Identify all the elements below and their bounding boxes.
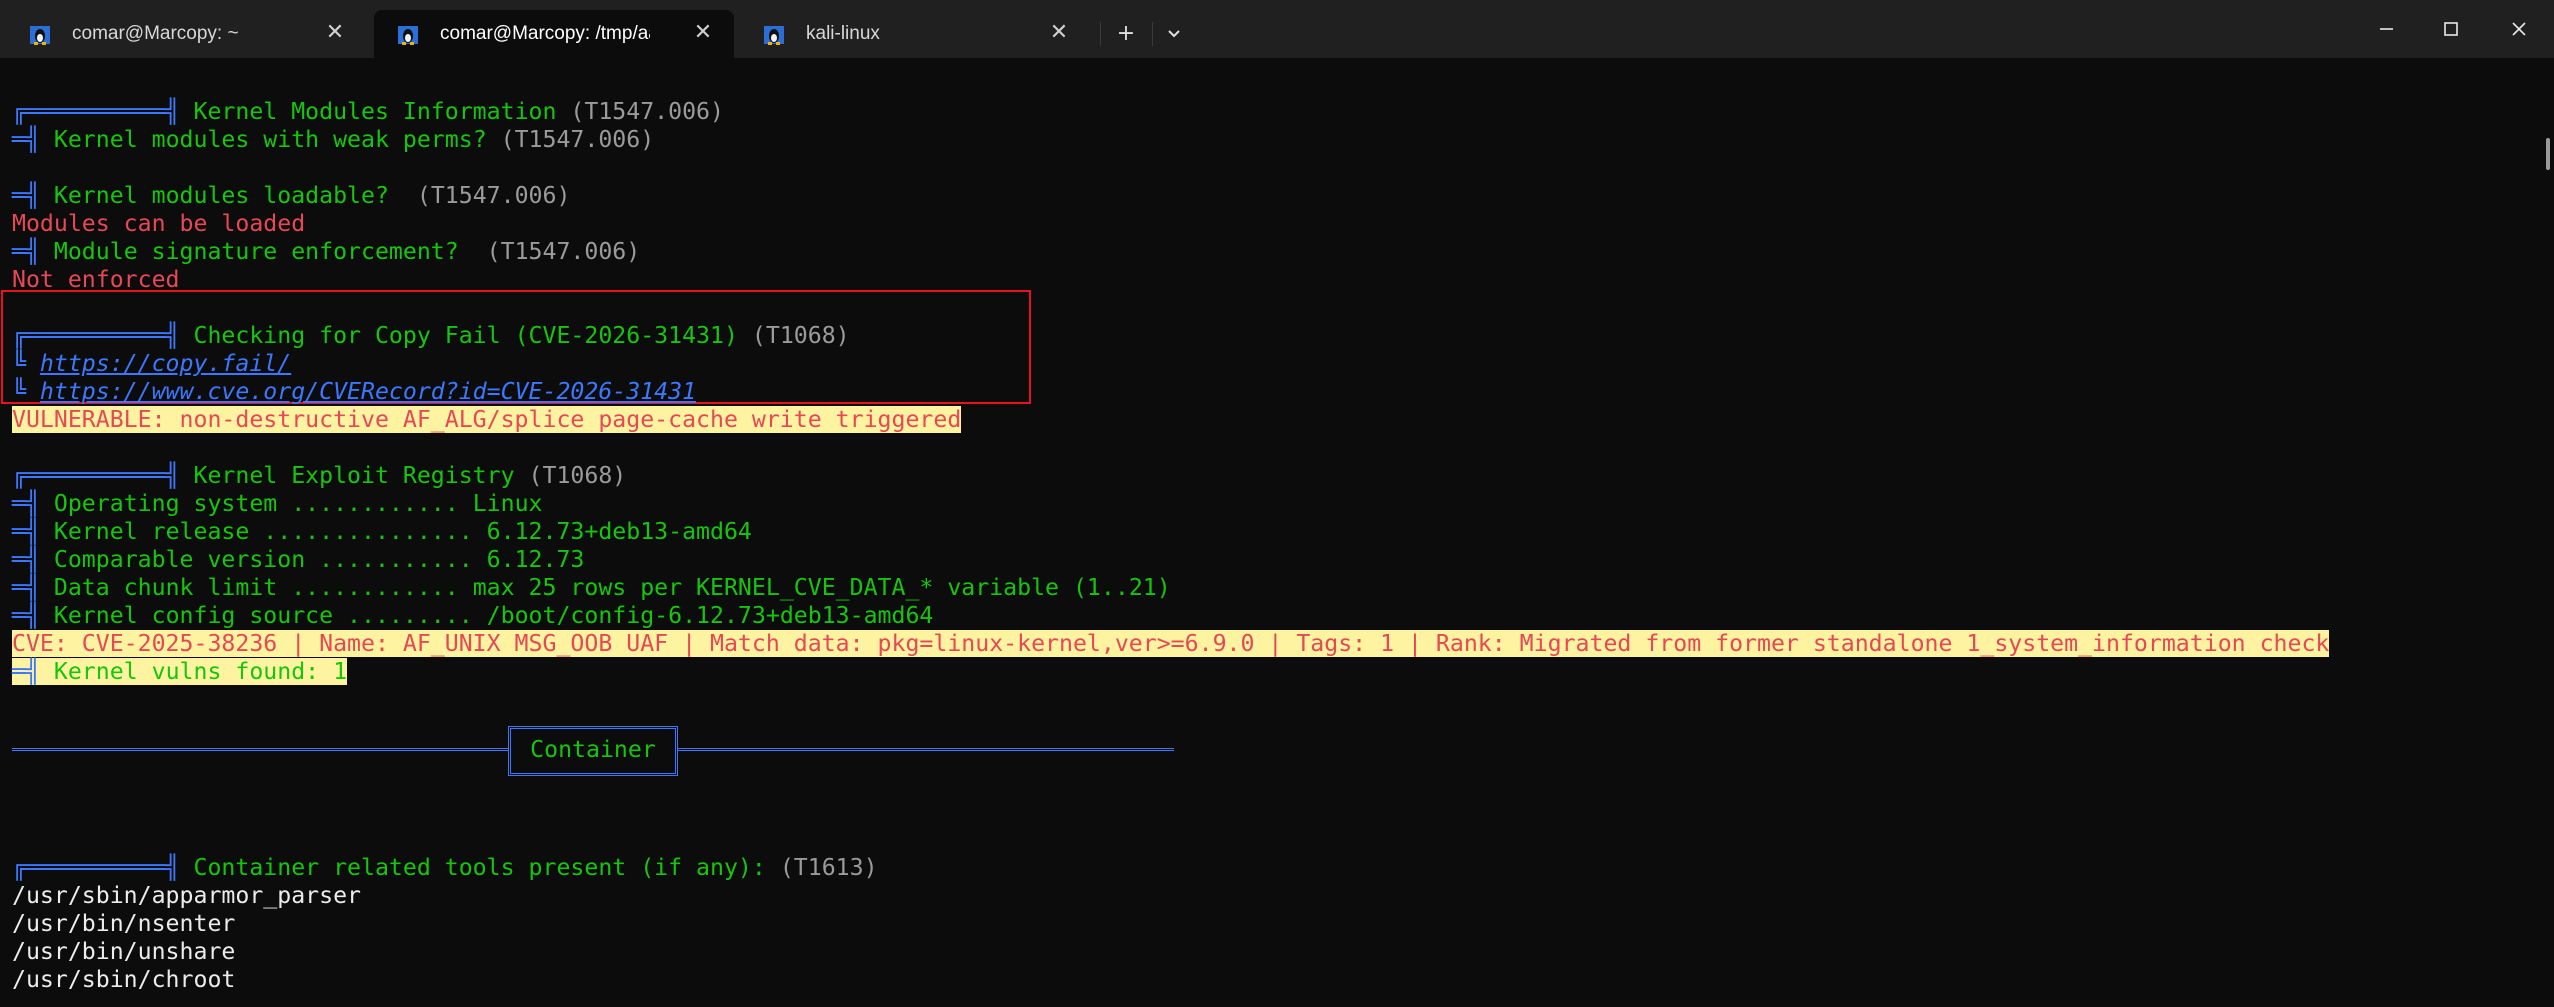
kernel-vulns-found: ═╣ Kernel vulns found: 1 (12, 658, 348, 685)
kv-operating-system: ═╣ Operating system ............ Linux (12, 490, 543, 517)
divider-left (12, 748, 508, 754)
maximize-button[interactable] (2415, 0, 2485, 58)
title-bar: comar@Marcopy: ~ ✕ comar@Marcopy: /tmp/a… (0, 0, 2554, 58)
section-header-kernel-modules: ╔══════════╣ Kernel Modules Information … (12, 98, 724, 125)
close-icon[interactable]: ✕ (1048, 22, 1070, 44)
check-weak-perms: ═╣ Kernel modules with weak perms? (T154… (12, 126, 655, 153)
tool-path: /usr/bin/unshare (12, 938, 236, 965)
divider-right (678, 748, 1174, 754)
tab-divider (1100, 22, 1101, 46)
section-header-container-tools: ╔══════════╣ Container related tools pre… (12, 854, 878, 881)
check-loadable: ═╣ Kernel modules loadable? (T1547.006) (12, 182, 571, 209)
plus-icon[interactable]: + (1108, 16, 1144, 52)
reference-link-1[interactable]: ╚ https://copy.fail/ (12, 350, 291, 378)
tab-kali[interactable]: kali-linux ✕ (740, 10, 1090, 58)
check-signature: ═╣ Module signature enforcement? (T1547.… (12, 238, 641, 265)
tool-path: /usr/bin/nsenter (12, 910, 236, 937)
scrollbar-thumb[interactable] (2546, 138, 2550, 170)
tab-title: comar@Marcopy: ~ (72, 23, 239, 44)
cve-match-line: CVE: CVE-2025-38236 | Name: AF_UNIX MSG_… (12, 630, 2330, 657)
tool-path: /usr/sbin/chroot (12, 966, 236, 993)
tab-title: comar@Marcopy: /tmp/aaa/ll· (440, 23, 650, 44)
scrollbar[interactable] (2542, 58, 2554, 1007)
section-title-container: Container (508, 726, 678, 776)
kv-comparable-version: ═╣ Comparable version ........... 6.12.7… (12, 546, 585, 573)
close-icon[interactable]: ✕ (692, 22, 714, 44)
linux-penguin-icon (764, 26, 784, 45)
tool-path: /usr/sbin/apparmor_parser (12, 882, 362, 909)
section-header-kernel-exploit-registry: ╔══════════╣ Kernel Exploit Registry (T1… (12, 462, 627, 489)
result-loadable: Modules can be loaded (12, 210, 306, 237)
close-icon[interactable]: ✕ (324, 22, 346, 44)
kv-data-chunk-limit: ═╣ Data chunk limit ............ max 25 … (12, 574, 1171, 601)
window-close-icon (2512, 22, 2526, 36)
linux-penguin-icon (398, 26, 418, 45)
linux-penguin-icon (30, 26, 50, 45)
minimize-icon (2380, 28, 2393, 30)
tab-home[interactable]: comar@Marcopy: ~ ✕ (6, 10, 366, 58)
chevron-down-icon[interactable] (1156, 16, 1192, 52)
tab-title: kali-linux (806, 23, 880, 44)
kv-kernel-release: ═╣ Kernel release ............... 6.12.7… (12, 518, 752, 545)
tab-divider (1152, 22, 1153, 46)
kv-kernel-config-source: ═╣ Kernel config source ......... /boot/… (12, 602, 934, 629)
vulnerable-message: VULNERABLE: non-destructive AF_ALG/splic… (12, 406, 962, 433)
tab-tmp[interactable]: comar@Marcopy: /tmp/aaa/ll· ✕ (374, 10, 734, 58)
window-close-button[interactable] (2484, 0, 2554, 58)
minimize-button[interactable] (2350, 0, 2420, 58)
maximize-icon (2444, 22, 2458, 36)
reference-link-2[interactable]: ╚ https://www.cve.org/CVERecord?id=CVE-2… (12, 378, 696, 406)
